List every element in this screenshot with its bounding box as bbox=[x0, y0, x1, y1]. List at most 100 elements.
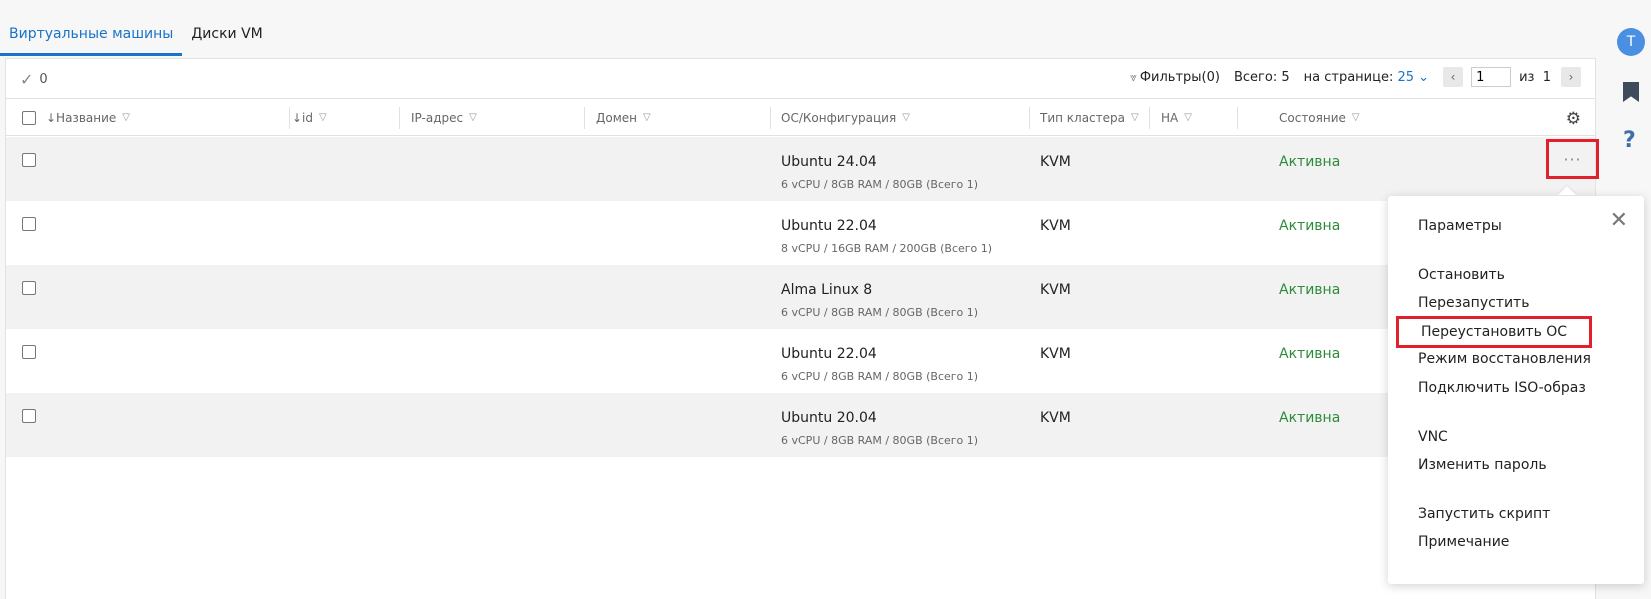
per-page: на странице: 25 ⌄ bbox=[1304, 70, 1429, 85]
menu-item-note[interactable]: Примечание bbox=[1418, 534, 1509, 550]
col-domain[interactable]: Домен ▽ bbox=[596, 99, 651, 136]
col-domain-label: Домен bbox=[596, 110, 637, 125]
os-config: 6 vCPU / 8GB RAM / 80GB (Всего 1) bbox=[781, 434, 979, 447]
select-all-checkbox[interactable] bbox=[22, 110, 36, 125]
per-page-select[interactable]: 25 ⌄ bbox=[1397, 70, 1429, 85]
close-icon[interactable]: ✕ bbox=[1610, 210, 1628, 232]
next-page-button[interactable]: › bbox=[1561, 67, 1581, 87]
menu-item-restart[interactable]: Перезапустить bbox=[1418, 295, 1529, 311]
filters-button[interactable]: ⩔ Фильтры(0) bbox=[1130, 70, 1220, 85]
menu-item-attach-iso[interactable]: Подключить ISO-образ bbox=[1418, 380, 1586, 396]
help-icon[interactable]: ? bbox=[1623, 128, 1636, 153]
filter-icon[interactable]: ▽ bbox=[469, 112, 477, 123]
tab-virtual-machines[interactable]: Виртуальные машины bbox=[0, 26, 183, 56]
row-checkbox[interactable] bbox=[22, 153, 36, 167]
avatar[interactable]: T bbox=[1617, 28, 1645, 56]
tab-bar: Виртуальные машины Диски VM bbox=[0, 0, 272, 56]
tab-vm-disks[interactable]: Диски VM bbox=[182, 26, 271, 56]
menu-item-stop[interactable]: Остановить bbox=[1418, 267, 1505, 283]
column-divider[interactable] bbox=[770, 107, 771, 129]
row-checkbox[interactable] bbox=[22, 217, 36, 231]
filter-icon[interactable]: ▽ bbox=[122, 112, 130, 123]
menu-item-recovery-mode[interactable]: Режим восстановления bbox=[1418, 351, 1591, 367]
filter-icon[interactable]: ▽ bbox=[1352, 112, 1360, 123]
table-row[interactable]: Ubuntu 22.04 6 vCPU / 8GB RAM / 80GB (Вс… bbox=[6, 329, 1595, 393]
filter-icon[interactable]: ▽ bbox=[643, 112, 651, 123]
col-cluster[interactable]: Тип кластера ▽ bbox=[1040, 99, 1139, 136]
menu-item-vnc[interactable]: VNC bbox=[1418, 429, 1448, 445]
row-checkbox[interactable] bbox=[22, 281, 36, 295]
os-name: Ubuntu 20.04 bbox=[781, 410, 877, 426]
col-name-label: ↓Название bbox=[46, 110, 117, 125]
gear-icon[interactable]: ⚙ bbox=[1566, 109, 1581, 129]
filter-icon[interactable]: ▽ bbox=[1184, 112, 1192, 123]
page-total: 1 bbox=[1542, 69, 1551, 85]
row-checkbox[interactable] bbox=[22, 345, 36, 359]
prev-page-button[interactable]: ‹ bbox=[1443, 67, 1464, 87]
chevron-down-icon: ⌄ bbox=[1418, 69, 1430, 85]
row-actions-button[interactable]: ··· bbox=[1546, 139, 1599, 179]
filter-icon[interactable]: ▽ bbox=[319, 112, 327, 123]
col-ip[interactable]: IP-адрес ▽ bbox=[411, 99, 477, 136]
selected-count-value: 0 bbox=[39, 72, 48, 87]
status-badge: Активна bbox=[1279, 282, 1341, 298]
col-state-label: Состояние bbox=[1279, 110, 1346, 125]
table-header: ↓Название ▽ ↓id ▽ IP-адрес ▽ Домен ▽ ОС/Конф… bbox=[6, 98, 1595, 136]
menu-item-run-script[interactable]: Запустить скрипт bbox=[1418, 506, 1550, 522]
status-badge: Активна bbox=[1279, 346, 1341, 362]
column-divider[interactable] bbox=[1149, 107, 1150, 129]
table-row[interactable]: Alma Linux 8 6 vCPU / 8GB RAM / 80GB (Вс… bbox=[6, 265, 1595, 329]
table-toolbar: ✓ 0 ⩔ Фильтры(0) Всего: 5 на странице: 2… bbox=[6, 59, 1595, 97]
menu-item-parameters[interactable]: Параметры bbox=[1418, 218, 1502, 234]
col-name[interactable]: ↓Название ▽ bbox=[46, 99, 130, 136]
menu-item-change-password[interactable]: Изменить пароль bbox=[1418, 457, 1547, 473]
col-id[interactable]: ↓id ▽ bbox=[292, 99, 327, 136]
os-config: 6 vCPU / 8GB RAM / 80GB (Всего 1) bbox=[781, 306, 979, 319]
cluster-type: KVM bbox=[1040, 410, 1071, 426]
col-os-label: ОС/Конфигурация bbox=[781, 110, 897, 125]
cluster-type: KVM bbox=[1040, 346, 1071, 362]
row-actions-menu: ✕ Параметры Остановить Перезапустить Пер… bbox=[1388, 196, 1644, 584]
page-of: из 1 bbox=[1519, 70, 1551, 85]
bookmark-icon[interactable] bbox=[1623, 82, 1639, 102]
menu-item-reinstall-os[interactable]: Переустановить ОС bbox=[1396, 316, 1593, 348]
col-id-label: ↓id bbox=[292, 110, 314, 125]
table-row[interactable]: Ubuntu 20.04 6 vCPU / 8GB RAM / 80GB (Вс… bbox=[6, 393, 1595, 457]
selected-count: ✓ 0 bbox=[20, 70, 48, 89]
col-ha-label: HA bbox=[1161, 110, 1179, 125]
os-config: 6 vCPU / 8GB RAM / 80GB (Всего 1) bbox=[781, 178, 979, 191]
column-divider[interactable] bbox=[289, 107, 290, 129]
cluster-type: KVM bbox=[1040, 218, 1071, 234]
os-config: 8 vCPU / 16GB RAM / 200GB (Всего 1) bbox=[781, 242, 993, 255]
col-os[interactable]: ОС/Конфигурация ▽ bbox=[781, 99, 910, 136]
os-name: Alma Linux 8 bbox=[781, 282, 873, 298]
more-dots-icon: ··· bbox=[1563, 149, 1582, 169]
column-divider[interactable] bbox=[399, 107, 400, 129]
col-cluster-label: Тип кластера bbox=[1040, 110, 1126, 125]
cluster-type: KVM bbox=[1040, 282, 1071, 298]
filter-icon: ⩔ bbox=[1130, 69, 1137, 84]
os-name: Ubuntu 22.04 bbox=[781, 218, 877, 234]
filter-icon[interactable]: ▽ bbox=[902, 112, 910, 123]
chevron-left-icon: ‹ bbox=[1450, 70, 1456, 84]
total-count: Всего: 5 bbox=[1233, 69, 1290, 85]
page-number-input[interactable] bbox=[1471, 67, 1512, 87]
row-checkbox[interactable] bbox=[22, 409, 36, 423]
per-page-value: 25 bbox=[1397, 69, 1415, 85]
filter-icon[interactable]: ▽ bbox=[1131, 112, 1139, 123]
chevron-right-icon: › bbox=[1568, 70, 1574, 84]
table-row[interactable]: Ubuntu 22.04 8 vCPU / 16GB RAM / 200GB (… bbox=[6, 201, 1595, 265]
os-config: 6 vCPU / 8GB RAM / 80GB (Всего 1) bbox=[781, 370, 979, 383]
table-row[interactable]: Ubuntu 24.04 6 vCPU / 8GB RAM / 80GB (Вс… bbox=[6, 137, 1599, 201]
column-divider[interactable] bbox=[1029, 107, 1030, 129]
status-badge: Активна bbox=[1279, 218, 1341, 234]
vm-table-card: ✓ 0 ⩔ Фильтры(0) Всего: 5 на странице: 2… bbox=[5, 58, 1599, 599]
col-state[interactable]: Состояние ▽ bbox=[1279, 99, 1360, 136]
column-divider[interactable] bbox=[1237, 107, 1238, 129]
menu-caret bbox=[1558, 186, 1576, 195]
toolbar-right: ⩔ Фильтры(0) Всего: 5 на странице: 25 ⌄ … bbox=[1116, 67, 1581, 87]
per-page-label: на странице: bbox=[1303, 69, 1394, 85]
column-divider[interactable] bbox=[584, 107, 585, 129]
col-ha[interactable]: HA ▽ bbox=[1161, 99, 1192, 136]
filters-label: Фильтры(0) bbox=[1139, 69, 1220, 85]
